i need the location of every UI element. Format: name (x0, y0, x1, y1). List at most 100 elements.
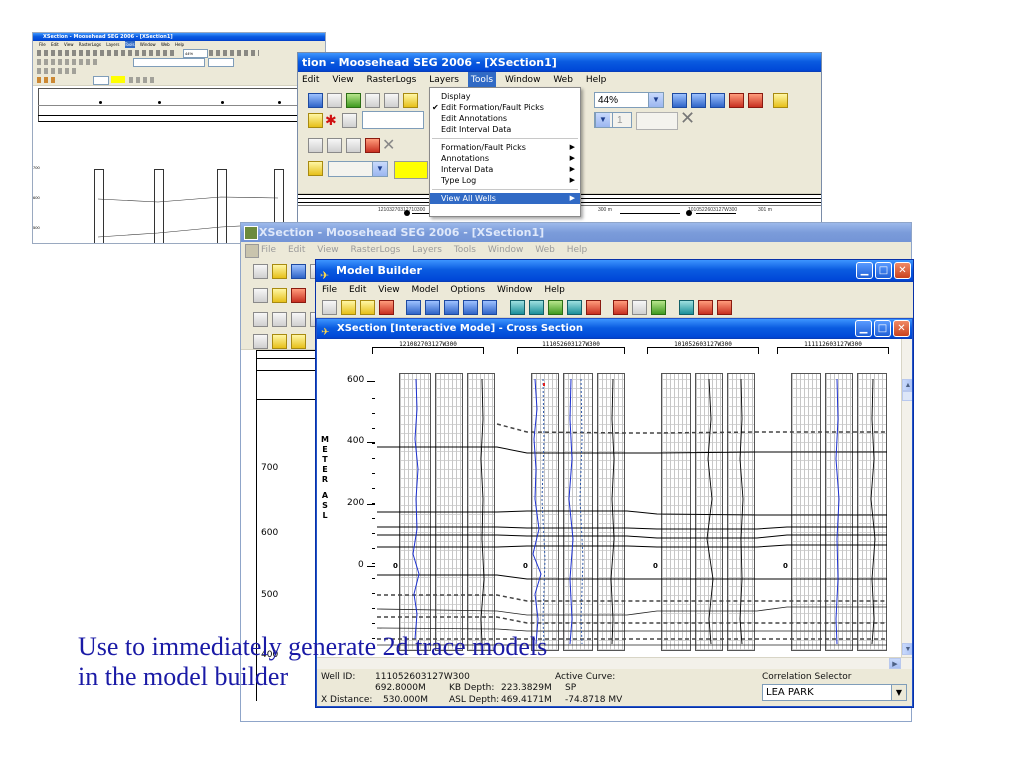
back-menu-help[interactable]: Help (586, 72, 607, 89)
thumb-menu-edit[interactable]: Edit (51, 41, 59, 48)
asterisk-icon[interactable] (291, 288, 306, 303)
back-color-swatch[interactable] (394, 161, 428, 179)
interval-pen-2-icon[interactable] (291, 334, 306, 349)
new-file-icon[interactable] (253, 264, 268, 279)
font-icon[interactable] (365, 93, 380, 108)
wavelet-icon[interactable] (547, 300, 563, 315)
vertical-scrollbar[interactable]: ▲ ▼ (901, 339, 912, 657)
pick-pen-icon[interactable] (272, 288, 287, 303)
mb-menu-help[interactable]: Help (544, 282, 565, 298)
thumb-toolbar-icons-row1[interactable] (37, 50, 177, 56)
mb-menu-window[interactable]: Window (497, 282, 533, 298)
zoom-out-icon[interactable] (691, 93, 706, 108)
back-menu-edit[interactable]: Edit (302, 72, 319, 89)
mid-menu-web[interactable]: Web (535, 242, 555, 258)
mid-menu-rasterlogs[interactable]: RasterLogs (350, 242, 400, 258)
annotation-icon[interactable] (365, 137, 380, 153)
well-icon[interactable] (613, 300, 629, 315)
menu-item-edit-formation-fault-picks[interactable]: ✔ Edit Formation/Fault Picks (430, 102, 580, 113)
back-text-field[interactable] (362, 111, 424, 129)
zoom-in-icon[interactable] (672, 93, 687, 108)
child-close-button[interactable]: ✕ (893, 320, 910, 337)
zoom-extent-icon[interactable] (729, 93, 744, 108)
new-model-icon[interactable] (322, 300, 337, 315)
horizon-icon[interactable] (585, 300, 601, 315)
scroll-down-button[interactable]: ▼ (902, 643, 912, 655)
thumb-combo-2[interactable] (133, 58, 205, 67)
pointer-icon[interactable] (253, 312, 268, 327)
back-menu-rasterlogs[interactable]: RasterLogs (367, 72, 417, 89)
back-interval-combo[interactable]: ▼ (328, 161, 388, 177)
menu-item-type-log[interactable]: Type Log ▶ (430, 175, 580, 186)
polyline-icon[interactable] (308, 137, 323, 153)
zoom-extent-icon[interactable] (482, 300, 498, 315)
thumb-zoom-combo[interactable]: 44% (183, 49, 208, 58)
thumb-menu-rasterlogs[interactable]: RasterLogs (79, 41, 101, 48)
mid-menu-window[interactable]: Window (488, 242, 524, 258)
menu-item-edit-annotations[interactable]: Edit Annotations (430, 113, 580, 124)
thumb-toolbar-icons-row3[interactable] (37, 68, 77, 74)
histogram-icon[interactable] (697, 300, 713, 315)
thumb-combo-3[interactable] (208, 58, 234, 67)
thumb-combo-4[interactable] (93, 76, 109, 85)
grid-icon[interactable] (384, 93, 399, 108)
asterisk-icon[interactable]: ✱ (325, 112, 340, 129)
menu-item-interval-data[interactable]: Interval Data ▶ (430, 164, 580, 175)
close-x-icon[interactable]: ✕ (680, 108, 695, 128)
mid-menu-file[interactable]: File (261, 242, 276, 258)
mb-menu-view[interactable]: View (378, 282, 399, 298)
thumb-toolbar-icons-row2[interactable] (37, 59, 97, 65)
seismic-icon[interactable] (509, 300, 525, 315)
thumb-toolbar-icons-row4b[interactable] (129, 77, 157, 83)
log-icon[interactable] (632, 300, 648, 315)
mid-menu-view[interactable]: View (317, 242, 338, 258)
polyline-icon[interactable] (291, 312, 306, 327)
mb-menu-edit[interactable]: Edit (349, 282, 366, 298)
layers-icon[interactable] (403, 93, 418, 108)
zoom-window-icon[interactable] (444, 300, 460, 315)
plot-icon[interactable] (716, 300, 732, 315)
mid-menu-layers[interactable]: Layers (412, 242, 442, 258)
scroll-right-button[interactable]: ▶ (889, 658, 901, 669)
menu-item-display[interactable]: Display (430, 91, 580, 102)
menu-item-formation-fault-picks[interactable]: Formation/Fault Picks ▶ (430, 142, 580, 153)
correlation-selector-dropdown[interactable]: LEA PARK ▼ (762, 684, 907, 701)
doc-icon[interactable] (245, 244, 259, 258)
back-page-field[interactable]: 1 (612, 112, 632, 128)
thumb-menu-file[interactable]: File (39, 41, 46, 48)
select-icon[interactable] (342, 113, 357, 128)
trace-icon[interactable] (528, 300, 544, 315)
save-icon[interactable] (291, 264, 306, 279)
help-icon[interactable] (773, 93, 788, 108)
rectangle-icon[interactable] (346, 137, 361, 153)
thumb-menu-web[interactable]: Web (161, 41, 170, 48)
pointer-icon[interactable] (253, 334, 268, 349)
layer-icon[interactable] (566, 300, 582, 315)
menu-item-view-all-wells[interactable]: View All Wells ▶ (430, 193, 580, 204)
zoom-previous-icon[interactable] (463, 300, 479, 315)
scroll-thumb[interactable] (902, 391, 912, 401)
print-icon[interactable] (327, 93, 342, 108)
thumb-color-swatch[interactable] (111, 76, 125, 83)
scroll-up-button[interactable]: ▲ (902, 379, 912, 391)
mid-menu-help[interactable]: Help (567, 242, 588, 258)
open-folder-icon[interactable] (360, 300, 375, 315)
thumb-toolbar-icons-row1b[interactable] (209, 50, 259, 56)
minimize-button[interactable]: ▁ (856, 262, 873, 279)
delete-x-icon[interactable]: ✕ (382, 135, 398, 155)
interval-pen-icon[interactable] (272, 334, 287, 349)
thumb-toolbar-icons-row4[interactable] (37, 77, 57, 83)
zoom-window-icon[interactable] (710, 93, 725, 108)
pointer-icon[interactable] (253, 288, 268, 303)
zoom-out-icon[interactable] (425, 300, 441, 315)
thumb-menu-window[interactable]: Window (140, 41, 156, 48)
section-icon[interactable] (651, 300, 667, 315)
fit-icon[interactable] (748, 93, 763, 108)
zoom-in-icon[interactable] (406, 300, 422, 315)
stop-icon[interactable] (379, 300, 394, 315)
close-button[interactable]: ✕ (894, 262, 911, 279)
thumb-menu-layers[interactable]: Layers (106, 41, 119, 48)
menu-item-annotations[interactable]: Annotations ▶ (430, 153, 580, 164)
polygon-icon[interactable] (327, 137, 342, 153)
synthetic-icon[interactable] (678, 300, 694, 315)
